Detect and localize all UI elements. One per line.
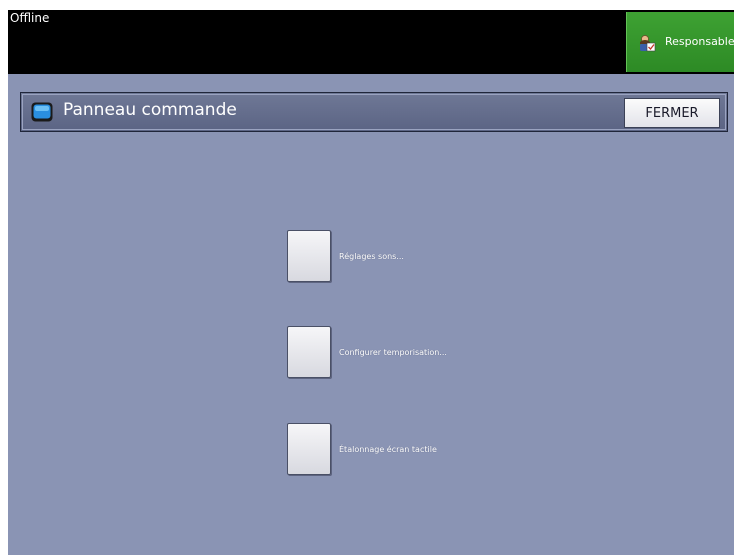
control-panel-screen: Offline Responsable Panneau commande FER… <box>8 10 734 555</box>
page-header: Panneau commande FERMER <box>20 92 728 132</box>
sound-settings-label: Réglages sons... <box>339 251 404 261</box>
timeout-config-label: Configurer temporisation... <box>339 347 447 357</box>
option-touch-calibration[interactable]: Étalonnage écran tactile <box>287 422 437 476</box>
close-button[interactable]: FERMER <box>624 98 720 128</box>
touch-calibration-button[interactable] <box>287 423 331 475</box>
user-admin-icon <box>640 35 656 52</box>
sound-settings-button[interactable] <box>287 230 331 282</box>
top-status-bar: Offline Responsable <box>8 10 734 74</box>
timeout-config-button[interactable] <box>287 326 331 378</box>
touch-calibration-label: Étalonnage écran tactile <box>339 444 437 454</box>
option-sound-settings[interactable]: Réglages sons... <box>287 229 404 283</box>
status-text: Offline <box>10 11 50 25</box>
page-title: Panneau commande <box>63 100 237 120</box>
user-role-button[interactable]: Responsable <box>626 12 734 72</box>
panel-screen-icon <box>31 102 53 122</box>
user-role-label: Responsable <box>665 35 734 48</box>
option-timeout-config[interactable]: Configurer temporisation... <box>287 325 447 379</box>
